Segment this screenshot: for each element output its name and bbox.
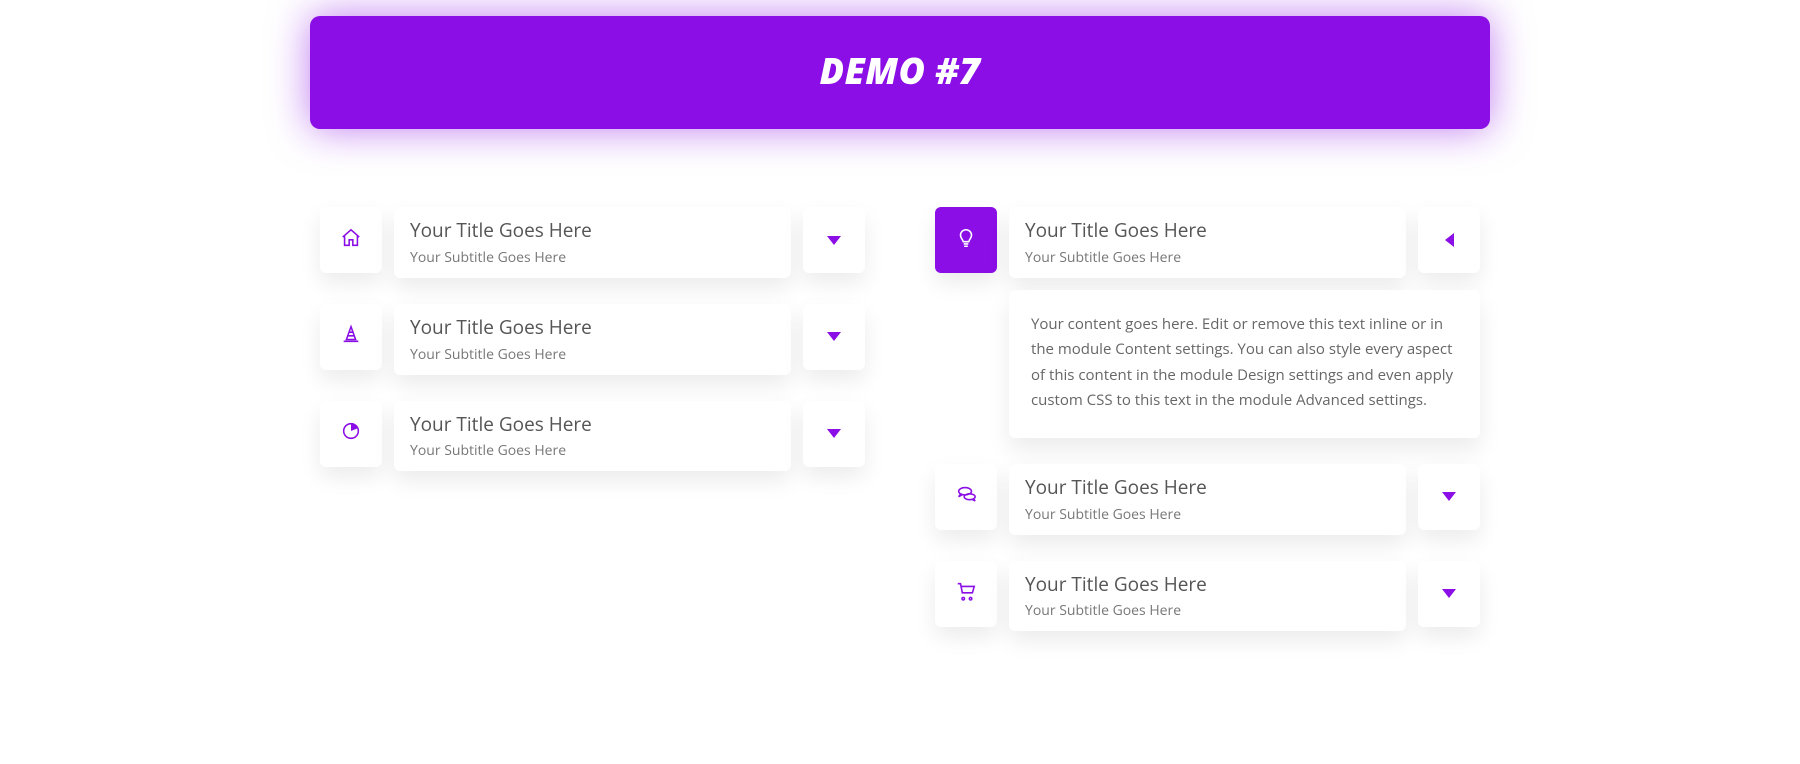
accordion-subtitle: Your Subtitle Goes Here — [410, 441, 775, 460]
accordion-item: Your Title Goes Here Your Subtitle Goes … — [320, 207, 865, 278]
accordion-left: Your Title Goes Here Your Subtitle Goes … — [320, 207, 865, 631]
accordion-title: Your Title Goes Here — [410, 413, 775, 437]
accordion-subtitle: Your Subtitle Goes Here — [1025, 248, 1390, 267]
accordion-row[interactable]: Your Title Goes Here Your Subtitle Goes … — [935, 207, 1480, 278]
accordion-content: Your content goes here. Edit or remove t… — [1009, 290, 1480, 438]
accordion-icon-tile — [935, 561, 997, 627]
accordion-title: Your Title Goes Here — [1025, 476, 1390, 500]
accordion-title: Your Title Goes Here — [410, 219, 775, 243]
chat-icon — [955, 483, 977, 510]
accordion-row[interactable]: Your Title Goes Here Your Subtitle Goes … — [935, 464, 1480, 535]
accordion-icon-tile — [320, 207, 382, 273]
accordion-heading: Your Title Goes Here Your Subtitle Goes … — [1009, 207, 1406, 278]
accordion-subtitle: Your Subtitle Goes Here — [1025, 505, 1390, 524]
accordion-heading: Your Title Goes Here Your Subtitle Goes … — [1009, 464, 1406, 535]
accordion-title: Your Title Goes Here — [410, 316, 775, 340]
accordion-toggle[interactable] — [803, 401, 865, 467]
accordion-heading: Your Title Goes Here Your Subtitle Goes … — [394, 304, 791, 375]
chevron-down-icon — [827, 429, 841, 438]
chevron-down-icon — [827, 236, 841, 245]
accordion-heading: Your Title Goes Here Your Subtitle Goes … — [1009, 561, 1406, 632]
accordion-icon-tile — [935, 464, 997, 530]
accordion-title: Your Title Goes Here — [1025, 573, 1390, 597]
accordion-item: Your Title Goes Here Your Subtitle Goes … — [935, 561, 1480, 632]
accordion-item: Your Title Goes Here Your Subtitle Goes … — [320, 304, 865, 375]
chevron-down-icon — [1442, 589, 1456, 598]
accordion-heading: Your Title Goes Here Your Subtitle Goes … — [394, 207, 791, 278]
accordion-subtitle: Your Subtitle Goes Here — [410, 345, 775, 364]
chevron-down-icon — [827, 332, 841, 341]
lightbulb-icon — [955, 227, 977, 254]
cone-icon — [340, 323, 362, 350]
home-icon — [340, 227, 362, 254]
banner-title: DEMO #7 — [334, 46, 1466, 95]
accordion-heading: Your Title Goes Here Your Subtitle Goes … — [394, 401, 791, 472]
accordion-icon-tile — [935, 207, 997, 273]
accordion-item: Your Title Goes Here Your Subtitle Goes … — [935, 464, 1480, 535]
accordion-row[interactable]: Your Title Goes Here Your Subtitle Goes … — [320, 401, 865, 472]
accordion-icon-tile — [320, 401, 382, 467]
accordion-toggle[interactable] — [1418, 207, 1480, 273]
accordion-icon-tile — [320, 304, 382, 370]
banner: DEMO #7 — [310, 16, 1490, 129]
accordion-row[interactable]: Your Title Goes Here Your Subtitle Goes … — [320, 207, 865, 278]
accordion-row[interactable]: Your Title Goes Here Your Subtitle Goes … — [320, 304, 865, 375]
chevron-down-icon — [1442, 492, 1456, 501]
accordion-subtitle: Your Subtitle Goes Here — [410, 248, 775, 267]
cart-icon — [955, 580, 977, 607]
accordion-toggle[interactable] — [1418, 464, 1480, 530]
accordion-toggle[interactable] — [803, 207, 865, 273]
chevron-left-icon — [1445, 233, 1454, 247]
pie-chart-icon — [340, 420, 362, 447]
accordion-item: Your Title Goes Here Your Subtitle Goes … — [320, 401, 865, 472]
accordion-right: Your Title Goes Here Your Subtitle Goes … — [935, 207, 1480, 631]
accordion-subtitle: Your Subtitle Goes Here — [1025, 601, 1390, 620]
accordion-title: Your Title Goes Here — [1025, 219, 1390, 243]
accordion-toggle[interactable] — [1418, 561, 1480, 627]
accordion-columns: Your Title Goes Here Your Subtitle Goes … — [320, 207, 1480, 631]
accordion-toggle[interactable] — [803, 304, 865, 370]
accordion-row[interactable]: Your Title Goes Here Your Subtitle Goes … — [935, 561, 1480, 632]
accordion-item: Your Title Goes Here Your Subtitle Goes … — [935, 207, 1480, 438]
